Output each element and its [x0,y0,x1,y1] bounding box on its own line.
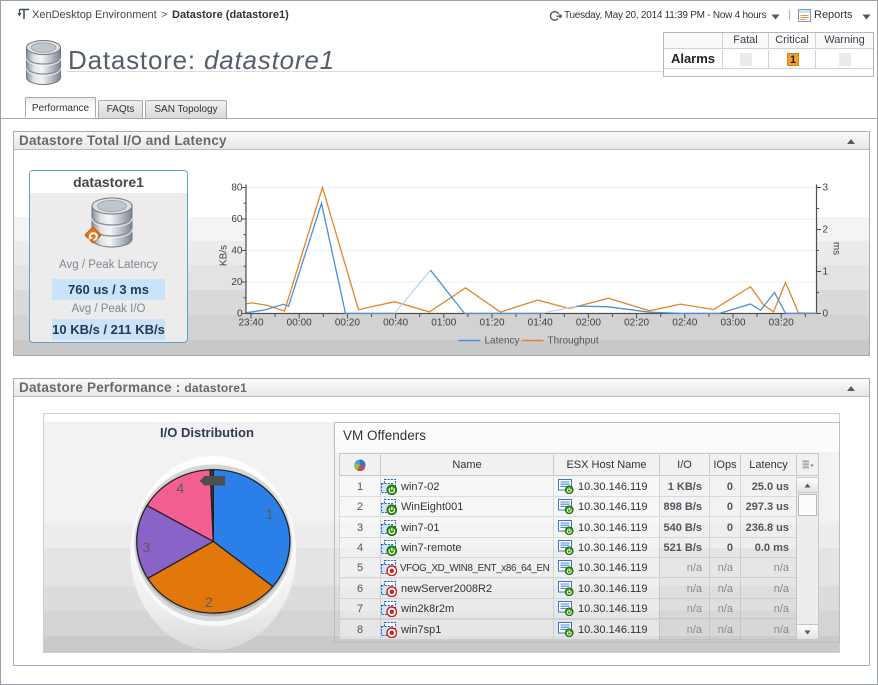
svg-text:03:00: 03:00 [720,318,745,329]
svg-text:2: 2 [205,594,213,610]
svg-text:01:40: 01:40 [528,318,553,329]
svg-text:3: 3 [823,183,829,194]
svg-text:03:20: 03:20 [769,318,794,329]
svg-text:01:20: 01:20 [479,318,504,329]
svg-text:80: 80 [231,183,243,194]
svg-text:1: 1 [823,267,829,278]
svg-text:0: 0 [823,309,829,320]
svg-text:1: 1 [266,506,274,522]
svg-text:2: 2 [823,225,829,236]
svg-text:Throughput: Throughput [548,336,599,347]
svg-text:Latency: Latency [485,336,520,347]
svg-text:02:40: 02:40 [672,318,697,329]
svg-text:KB/s: KB/s [219,245,230,266]
svg-text:23:40: 23:40 [238,318,263,329]
svg-text:4: 4 [176,480,184,496]
svg-text:00:20: 00:20 [335,318,360,329]
svg-text:01:00: 01:00 [431,318,456,329]
svg-text:02:00: 02:00 [576,318,601,329]
svg-text:40: 40 [231,246,243,257]
svg-text:60: 60 [231,214,243,225]
svg-text:00:00: 00:00 [287,318,312,329]
svg-text:20: 20 [231,277,243,288]
svg-text:02:20: 02:20 [624,318,649,329]
svg-text:00:40: 00:40 [383,318,408,329]
svg-text:3: 3 [143,539,151,555]
svg-text:ms: ms [831,242,842,255]
